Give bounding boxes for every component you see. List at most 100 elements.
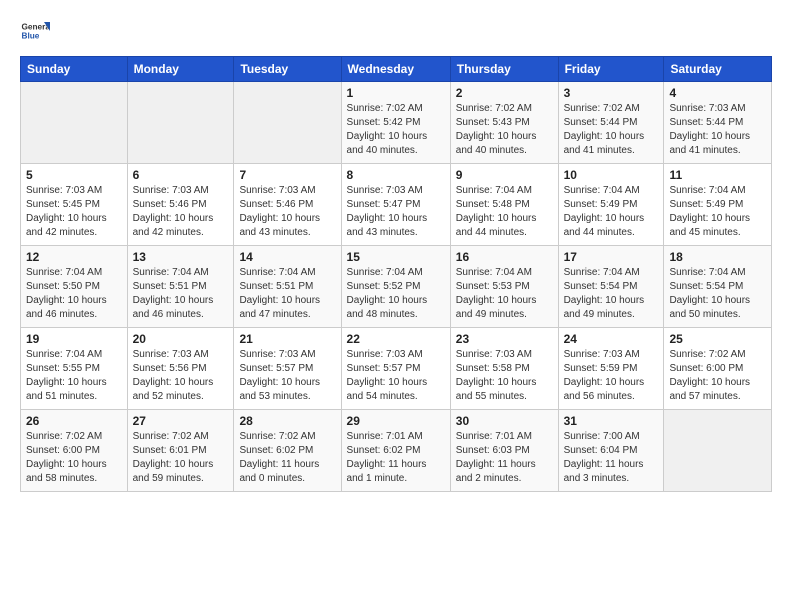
day-number: 11 bbox=[669, 168, 766, 182]
day-info: Sunrise: 7:04 AM Sunset: 5:54 PM Dayligh… bbox=[564, 266, 659, 322]
day-info: Sunrise: 7:04 AM Sunset: 5:52 PM Dayligh… bbox=[347, 266, 445, 322]
day-number: 25 bbox=[669, 332, 766, 346]
day-info: Sunrise: 7:02 AM Sunset: 6:00 PM Dayligh… bbox=[669, 348, 766, 404]
calendar-cell bbox=[664, 410, 772, 492]
day-number: 26 bbox=[26, 414, 122, 428]
day-info: Sunrise: 7:02 AM Sunset: 5:44 PM Dayligh… bbox=[564, 102, 659, 158]
day-info: Sunrise: 7:02 AM Sunset: 5:42 PM Dayligh… bbox=[347, 102, 445, 158]
day-info: Sunrise: 7:04 AM Sunset: 5:51 PM Dayligh… bbox=[133, 266, 229, 322]
day-number: 7 bbox=[239, 168, 335, 182]
weekday-header: Tuesday bbox=[234, 57, 341, 82]
calendar-week-row: 12 Sunrise: 7:04 AM Sunset: 5:50 PM Dayli… bbox=[21, 246, 772, 328]
calendar-cell: 4 Sunrise: 7:03 AM Sunset: 5:44 PM Daylig… bbox=[664, 82, 772, 164]
calendar-cell: 25 Sunrise: 7:02 AM Sunset: 6:00 PM Dayli… bbox=[664, 328, 772, 410]
day-number: 14 bbox=[239, 250, 335, 264]
day-number: 10 bbox=[564, 168, 659, 182]
svg-text:Blue: Blue bbox=[22, 32, 40, 41]
day-number: 2 bbox=[456, 86, 553, 100]
day-number: 20 bbox=[133, 332, 229, 346]
calendar-cell: 8Sunrise: 7:03 AM Sunset: 5:47 PM Daylig… bbox=[341, 164, 450, 246]
day-info: Sunrise: 7:00 AM Sunset: 6:04 PM Dayligh… bbox=[564, 430, 659, 486]
calendar-cell: 26 Sunrise: 7:02 AM Sunset: 6:00 PM Dayli… bbox=[21, 410, 128, 492]
day-number: 22 bbox=[347, 332, 445, 346]
day-number: 27 bbox=[133, 414, 229, 428]
calendar-cell: 27 Sunrise: 7:02 AM Sunset: 6:01 PM Dayli… bbox=[127, 410, 234, 492]
day-number: 16 bbox=[456, 250, 553, 264]
weekday-row: SundayMondayTuesdayWednesdayThursdayFrid… bbox=[21, 57, 772, 82]
day-info: Sunrise: 7:04 AM Sunset: 5:49 PM Dayligh… bbox=[669, 184, 766, 240]
day-info: Sunrise: 7:04 AM Sunset: 5:48 PM Dayligh… bbox=[456, 184, 553, 240]
calendar-week-row: 19 Sunrise: 7:04 AM Sunset: 5:55 PM Dayli… bbox=[21, 328, 772, 410]
day-info: Sunrise: 7:03 AM Sunset: 5:46 PM Dayligh… bbox=[133, 184, 229, 240]
weekday-header: Thursday bbox=[450, 57, 558, 82]
day-number: 13 bbox=[133, 250, 229, 264]
day-info: Sunrise: 7:03 AM Sunset: 5:57 PM Dayligh… bbox=[347, 348, 445, 404]
day-info: Sunrise: 7:03 AM Sunset: 5:57 PM Dayligh… bbox=[239, 348, 335, 404]
weekday-header: Sunday bbox=[21, 57, 128, 82]
calendar-cell: 7 Sunrise: 7:03 AM Sunset: 5:46 PM Daylig… bbox=[234, 164, 341, 246]
day-number: 4 bbox=[669, 86, 766, 100]
calendar-cell: 29 Sunrise: 7:01 AM Sunset: 6:02 PM Dayli… bbox=[341, 410, 450, 492]
day-info: Sunrise: 7:04 AM Sunset: 5:54 PM Dayligh… bbox=[669, 266, 766, 322]
day-number: 30 bbox=[456, 414, 553, 428]
day-info: Sunrise: 7:03 AM Sunset: 5:46 PM Dayligh… bbox=[239, 184, 335, 240]
calendar-cell: 16 Sunrise: 7:04 AM Sunset: 5:53 PM Dayli… bbox=[450, 246, 558, 328]
calendar-cell: 10 Sunrise: 7:04 AM Sunset: 5:49 PM Dayli… bbox=[558, 164, 664, 246]
day-number: 18 bbox=[669, 250, 766, 264]
day-info: Sunrise: 7:04 AM Sunset: 5:49 PM Dayligh… bbox=[564, 184, 659, 240]
calendar-cell: 14 Sunrise: 7:04 AM Sunset: 5:51 PM Dayli… bbox=[234, 246, 341, 328]
day-info: Sunrise: 7:02 AM Sunset: 6:01 PM Dayligh… bbox=[133, 430, 229, 486]
day-info: Sunrise: 7:01 AM Sunset: 6:02 PM Dayligh… bbox=[347, 430, 445, 486]
weekday-header: Friday bbox=[558, 57, 664, 82]
calendar-cell bbox=[234, 82, 341, 164]
calendar-cell: 15Sunrise: 7:04 AM Sunset: 5:52 PM Dayli… bbox=[341, 246, 450, 328]
weekday-header: Wednesday bbox=[341, 57, 450, 82]
calendar-cell: 11 Sunrise: 7:04 AM Sunset: 5:49 PM Dayli… bbox=[664, 164, 772, 246]
calendar-cell: 23Sunrise: 7:03 AM Sunset: 5:58 PM Dayli… bbox=[450, 328, 558, 410]
day-info: Sunrise: 7:02 AM Sunset: 6:02 PM Dayligh… bbox=[239, 430, 335, 486]
day-info: Sunrise: 7:04 AM Sunset: 5:55 PM Dayligh… bbox=[26, 348, 122, 404]
day-info: Sunrise: 7:03 AM Sunset: 5:58 PM Dayligh… bbox=[456, 348, 553, 404]
day-number: 21 bbox=[239, 332, 335, 346]
calendar-cell bbox=[127, 82, 234, 164]
day-number: 12 bbox=[26, 250, 122, 264]
day-number: 17 bbox=[564, 250, 659, 264]
calendar-cell: 9 Sunrise: 7:04 AM Sunset: 5:48 PM Daylig… bbox=[450, 164, 558, 246]
calendar: SundayMondayTuesdayWednesdayThursdayFrid… bbox=[20, 56, 772, 492]
calendar-week-row: 5Sunrise: 7:03 AM Sunset: 5:45 PM Daylig… bbox=[21, 164, 772, 246]
calendar-cell bbox=[21, 82, 128, 164]
calendar-cell: 3Sunrise: 7:02 AM Sunset: 5:44 PM Daylig… bbox=[558, 82, 664, 164]
day-info: Sunrise: 7:04 AM Sunset: 5:53 PM Dayligh… bbox=[456, 266, 553, 322]
header: General Blue bbox=[20, 16, 772, 46]
day-number: 19 bbox=[26, 332, 122, 346]
calendar-cell: 24Sunrise: 7:03 AM Sunset: 5:59 PM Dayli… bbox=[558, 328, 664, 410]
logo: General Blue bbox=[20, 16, 56, 46]
day-info: Sunrise: 7:02 AM Sunset: 5:43 PM Dayligh… bbox=[456, 102, 553, 158]
day-info: Sunrise: 7:04 AM Sunset: 5:51 PM Dayligh… bbox=[239, 266, 335, 322]
calendar-cell: 1 Sunrise: 7:02 AM Sunset: 5:42 PM Daylig… bbox=[341, 82, 450, 164]
day-number: 31 bbox=[564, 414, 659, 428]
weekday-header: Saturday bbox=[664, 57, 772, 82]
day-number: 9 bbox=[456, 168, 553, 182]
calendar-cell: 31 Sunrise: 7:00 AM Sunset: 6:04 PM Dayli… bbox=[558, 410, 664, 492]
calendar-week-row: 26 Sunrise: 7:02 AM Sunset: 6:00 PM Dayli… bbox=[21, 410, 772, 492]
day-number: 29 bbox=[347, 414, 445, 428]
calendar-cell: 2 Sunrise: 7:02 AM Sunset: 5:43 PM Daylig… bbox=[450, 82, 558, 164]
day-number: 1 bbox=[347, 86, 445, 100]
day-info: Sunrise: 7:04 AM Sunset: 5:50 PM Dayligh… bbox=[26, 266, 122, 322]
day-number: 8 bbox=[347, 168, 445, 182]
calendar-cell: 17 Sunrise: 7:04 AM Sunset: 5:54 PM Dayli… bbox=[558, 246, 664, 328]
weekday-header: Monday bbox=[127, 57, 234, 82]
calendar-cell: 20 Sunrise: 7:03 AM Sunset: 5:56 PM Dayli… bbox=[127, 328, 234, 410]
day-info: Sunrise: 7:02 AM Sunset: 6:00 PM Dayligh… bbox=[26, 430, 122, 486]
day-info: Sunrise: 7:01 AM Sunset: 6:03 PM Dayligh… bbox=[456, 430, 553, 486]
calendar-body: 1 Sunrise: 7:02 AM Sunset: 5:42 PM Daylig… bbox=[21, 82, 772, 492]
calendar-cell: 6Sunrise: 7:03 AM Sunset: 5:46 PM Daylig… bbox=[127, 164, 234, 246]
day-info: Sunrise: 7:03 AM Sunset: 5:56 PM Dayligh… bbox=[133, 348, 229, 404]
day-info: Sunrise: 7:03 AM Sunset: 5:44 PM Dayligh… bbox=[669, 102, 766, 158]
calendar-cell: 21 Sunrise: 7:03 AM Sunset: 5:57 PM Dayli… bbox=[234, 328, 341, 410]
page-container: General Blue SundayMondayTuesdayWednesda… bbox=[0, 0, 792, 502]
calendar-cell: 22 Sunrise: 7:03 AM Sunset: 5:57 PM Dayli… bbox=[341, 328, 450, 410]
day-number: 28 bbox=[239, 414, 335, 428]
calendar-header: SundayMondayTuesdayWednesdayThursdayFrid… bbox=[21, 57, 772, 82]
